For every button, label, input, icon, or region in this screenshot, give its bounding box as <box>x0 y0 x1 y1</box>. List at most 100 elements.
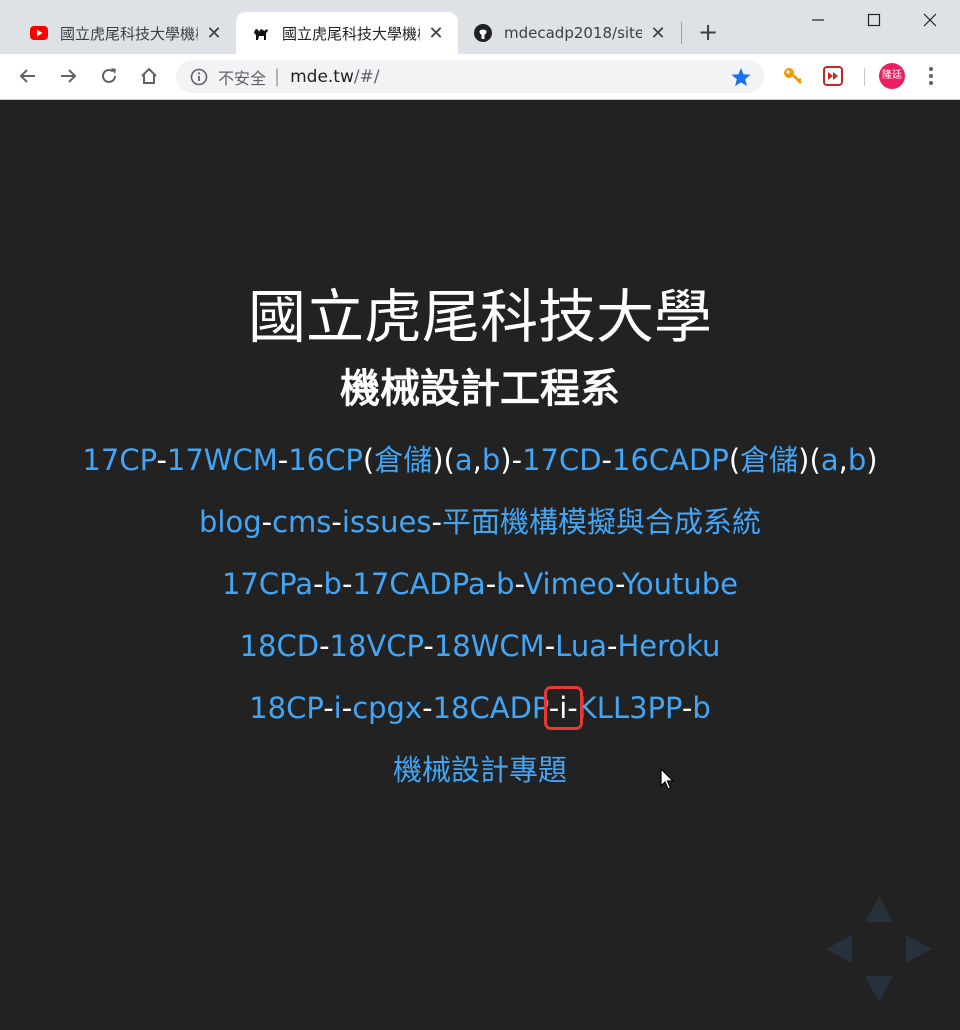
page-title: 國立虎尾科技大學 <box>247 283 712 351</box>
nav-link[interactable]: cms <box>272 505 331 539</box>
nav-link[interactable]: 18CD <box>240 629 319 663</box>
nav-link[interactable]: 倉儲 <box>740 443 798 477</box>
nav-link[interactable]: KLL3PP <box>578 691 682 725</box>
nav-link[interactable]: 平面機構模擬與合成系統 <box>442 505 761 539</box>
key-icon <box>784 68 802 84</box>
nav-link[interactable]: b <box>692 691 710 725</box>
link-separator: - <box>261 505 273 539</box>
tab-youtube[interactable]: 國立虎尾科技大學機械 ✕ <box>14 12 236 54</box>
slide-navigation-arrows-icon[interactable] <box>826 896 932 1002</box>
tab-active-mde[interactable]: 國立虎尾科技大學機械 ✕ <box>236 12 458 54</box>
bookmark-star-icon[interactable] <box>730 66 752 88</box>
maximize-button[interactable] <box>846 0 902 40</box>
tab-github[interactable]: mdecadp2018/site- ✕ <box>458 12 680 54</box>
close-tab-icon[interactable]: ✕ <box>204 23 224 44</box>
link-separator: - <box>423 629 434 663</box>
nav-link[interactable]: cpgx <box>352 691 422 725</box>
menu-button[interactable] <box>918 63 944 89</box>
nav-link[interactable]: blog <box>199 505 262 539</box>
link-separator: - <box>601 443 613 477</box>
link-separator: )( <box>432 443 455 477</box>
url-host: mde.tw <box>290 66 354 87</box>
nav-link[interactable]: 17WCM <box>167 443 278 477</box>
tab-title: 國立虎尾科技大學機械 <box>282 24 420 43</box>
maximize-icon <box>867 13 881 27</box>
home-icon <box>141 67 157 84</box>
link-separator: - <box>277 443 289 477</box>
home-button[interactable] <box>135 62 163 90</box>
forward-arrow-icon <box>61 69 77 83</box>
link-separator: - <box>341 691 353 725</box>
nav-link[interactable]: 17CD <box>522 443 601 477</box>
close-tab-icon[interactable]: ✕ <box>648 23 668 44</box>
nav-link[interactable]: 18WCM <box>434 629 545 663</box>
toolbar: 不安全 | mde.tw/#/ 隆廷 <box>0 54 960 99</box>
url-path: /#/ <box>353 66 380 87</box>
github-icon <box>474 24 492 42</box>
nav-link[interactable]: b <box>324 567 342 601</box>
nav-link[interactable]: 17CP <box>82 443 156 477</box>
nav-link[interactable]: a <box>821 443 839 477</box>
link-separator: - <box>319 629 330 663</box>
nav-link[interactable]: i <box>334 691 342 725</box>
camel-icon <box>252 24 270 42</box>
nav-link[interactable]: b <box>496 567 514 601</box>
nav-link[interactable]: issues <box>342 505 432 539</box>
omnibox-separator: | <box>274 66 281 87</box>
nav-link[interactable]: a <box>455 443 473 477</box>
link-separator: - <box>431 505 442 539</box>
page-content: 國立虎尾科技大學 機械設計工程系 17CP-17WCM-16CP(倉儲)(a,b… <box>0 100 960 1030</box>
nav-link[interactable]: Heroku <box>617 629 720 663</box>
link-separator: ) <box>866 443 878 477</box>
forward-button[interactable] <box>54 62 82 90</box>
link-row: 18CP-i-cpgx-18CADP-i-KLL3PP-b <box>0 684 960 746</box>
link-separator: - <box>544 629 556 663</box>
close-window-button[interactable] <box>902 0 958 40</box>
nav-link[interactable]: b <box>482 443 500 477</box>
new-tab-button[interactable]: + <box>696 19 720 45</box>
link-separator: - <box>331 505 342 539</box>
info-icon[interactable] <box>190 68 208 86</box>
link-separator: - <box>341 567 353 601</box>
nav-link[interactable]: 18VCP <box>330 629 424 663</box>
profile-avatar[interactable]: 隆廷 <box>879 63 905 89</box>
kebab-menu-icon <box>929 67 933 85</box>
reload-icon <box>102 68 116 83</box>
close-tab-icon[interactable]: ✕ <box>426 23 446 44</box>
link-separator: - <box>681 691 693 725</box>
nav-link[interactable]: 16CP <box>288 443 363 477</box>
close-icon <box>923 13 937 27</box>
back-arrow-icon <box>19 69 35 83</box>
url-text: mde.tw/#/ <box>290 67 380 87</box>
link-row: 17CPa-b-17CADPa-b-Vimeo-Youtube <box>0 560 960 622</box>
nav-link[interactable]: 17CADPa <box>352 567 485 601</box>
nav-link[interactable]: 16CADP <box>612 443 729 477</box>
link-separator: )- <box>500 443 523 477</box>
minimize-icon <box>812 19 824 21</box>
nav-link[interactable]: 機械設計專題 <box>393 753 567 787</box>
nav-link[interactable]: 17CPa <box>222 567 313 601</box>
browser-chrome: 國立虎尾科技大學機械 ✕ 國立虎尾科技大學機械 ✕ mdecadp2018/si… <box>0 0 960 100</box>
link-row: blog-cms-issues-平面機構模擬與合成系統 <box>0 498 960 560</box>
address-bar[interactable]: 不安全 | mde.tw/#/ <box>176 60 764 93</box>
nav-link[interactable]: 倉儲 <box>374 443 432 477</box>
tab-title: mdecadp2018/site- <box>504 24 642 42</box>
nav-link[interactable]: b <box>848 443 866 477</box>
nav-link[interactable]: 18CP <box>249 691 323 725</box>
nav-link[interactable]: Youtube <box>622 567 738 601</box>
video-extension-button[interactable] <box>820 63 846 89</box>
key-extension-button[interactable] <box>780 63 806 89</box>
reload-button[interactable] <box>95 62 123 90</box>
link-separator: - <box>422 691 433 725</box>
page-subtitle: 機械設計工程系 <box>340 365 620 412</box>
nav-link[interactable]: 18CADP <box>433 691 549 725</box>
link-separator: , <box>472 443 482 477</box>
toolbar-separator <box>864 68 865 86</box>
minimize-button[interactable] <box>790 0 846 40</box>
link-separator: - <box>156 443 167 477</box>
nav-link[interactable]: Vimeo <box>523 567 615 601</box>
link-separator: - <box>606 629 618 663</box>
nav-link[interactable]: Lua <box>555 629 607 663</box>
highlighted-separator: -i- <box>543 686 583 730</box>
back-button[interactable] <box>14 62 42 90</box>
